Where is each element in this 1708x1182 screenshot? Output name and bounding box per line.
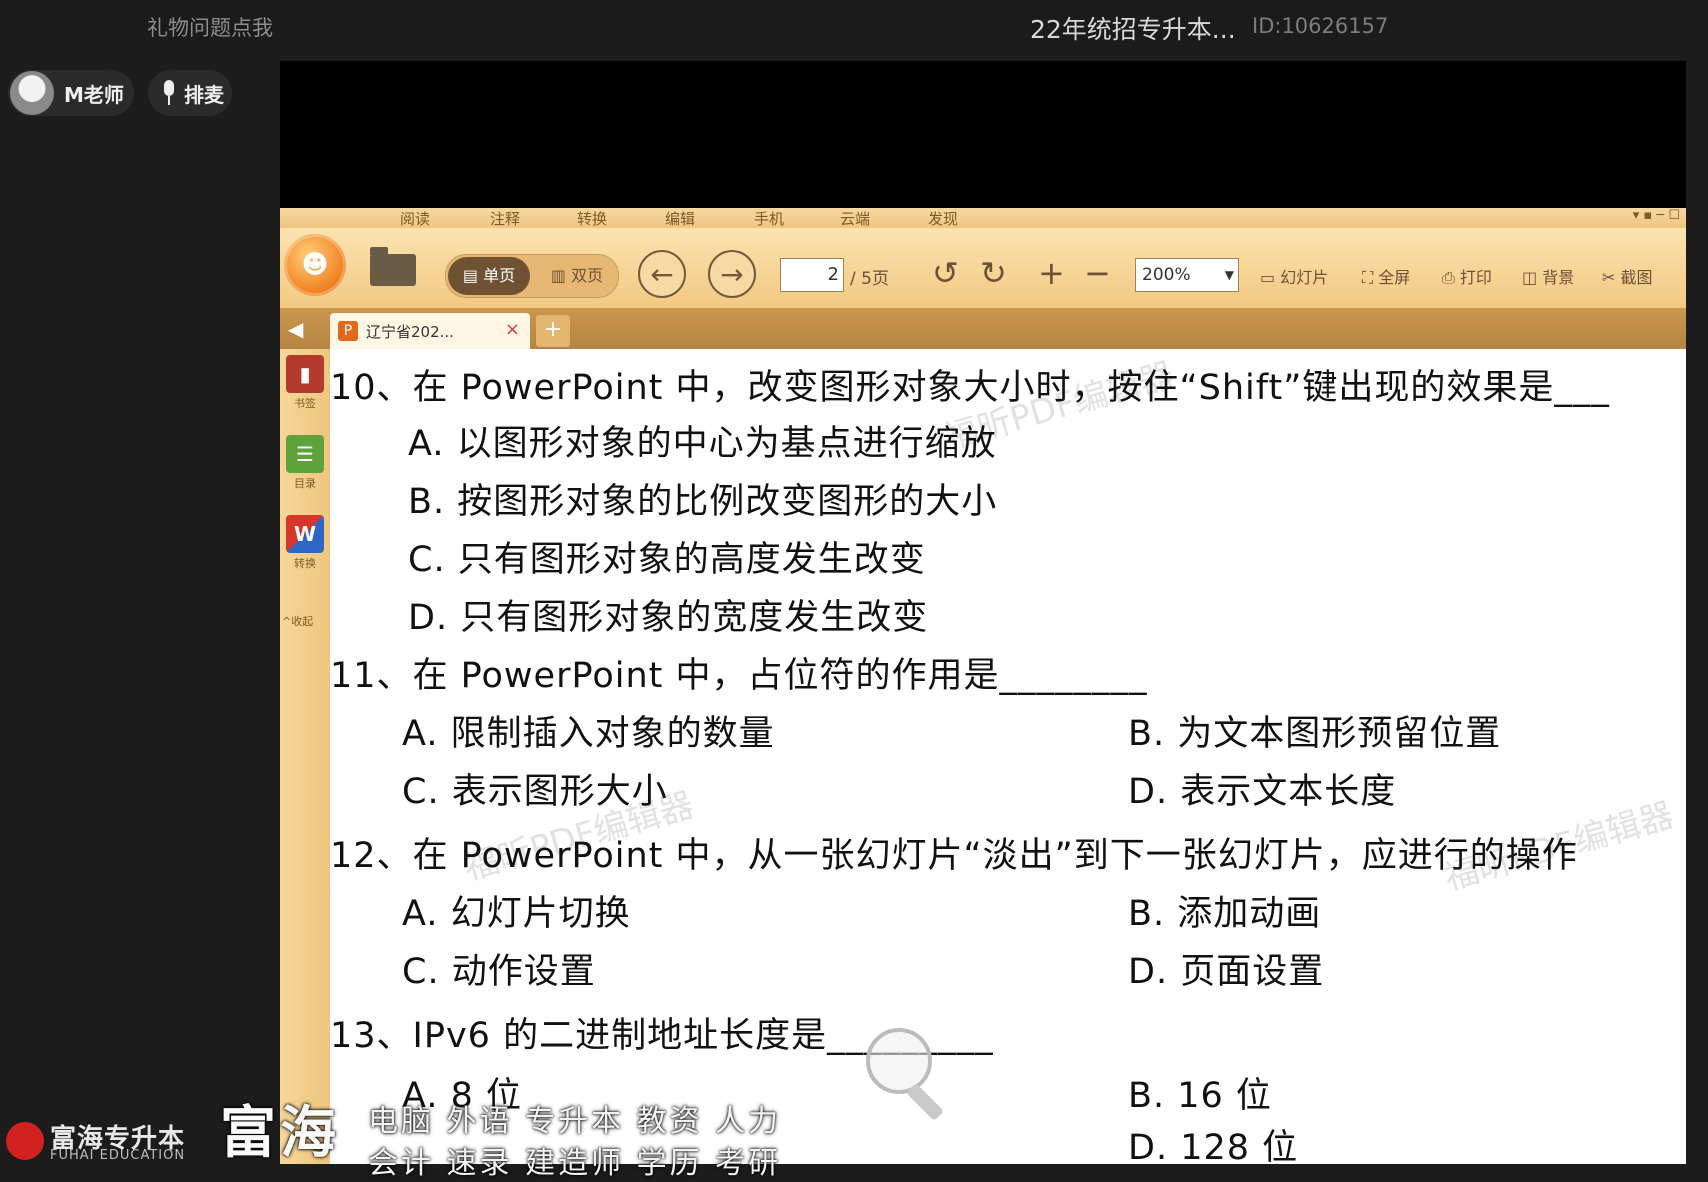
background-button[interactable]: ◫ 背景: [1522, 264, 1574, 288]
single-page-button[interactable]: ▤ 单页: [448, 257, 530, 295]
tab-document[interactable]: P 辽宁省202... ×: [330, 313, 530, 349]
pdf-file-icon: P: [338, 321, 358, 341]
menu-discover[interactable]: 发现: [928, 208, 958, 229]
room-title: 22年统招专升本...: [1030, 15, 1236, 44]
app-logo[interactable]: ☻: [284, 234, 346, 296]
toolbar: ☻ ▤ 单页 ▥ 双页 ← → 2 / 5页 ↺ ↻ + − 200% ▼ ▭ 幻…: [280, 228, 1686, 309]
prev-page-button[interactable]: ←: [638, 250, 686, 298]
top-bar: 礼物问题点我 22年统招专升本... ID:10626157: [0, 0, 1708, 52]
reader-sidebar: ▮ 书签 ☰ 目录 W 转换 ^收起: [280, 349, 330, 1164]
zoom-select[interactable]: 200% ▼: [1135, 258, 1239, 292]
host-name: M老师: [64, 82, 124, 107]
option: D. 128 位: [1128, 1128, 1299, 1164]
open-folder-icon[interactable]: [370, 247, 416, 286]
new-tab-button[interactable]: +: [536, 315, 570, 347]
menu-convert[interactable]: 转换: [577, 208, 607, 229]
zoom-in-icon[interactable]: +: [1038, 256, 1065, 290]
rotate-right-icon[interactable]: ↻: [980, 256, 1007, 290]
sidebar-item-toc[interactable]: ☰ 目录: [285, 435, 325, 491]
fullscreen-button[interactable]: ⛶ 全屏: [1362, 264, 1410, 288]
menu-read[interactable]: 阅读: [400, 208, 430, 229]
menu-mobile[interactable]: 手机: [754, 208, 784, 229]
view-mode-group: ▤ 单页 ▥ 双页: [445, 254, 619, 298]
rotate-left-icon[interactable]: ↺: [932, 256, 959, 290]
print-icon: ⎙: [1442, 268, 1460, 287]
zoom-out-icon[interactable]: −: [1084, 256, 1111, 290]
sidebar-item-convert[interactable]: W 转换: [285, 515, 325, 571]
arrow-left-icon: ←: [650, 258, 674, 291]
option: A. 以图形对象的中心为基点进行缩放: [408, 424, 997, 464]
option: C. 动作设置: [402, 952, 596, 992]
toc-icon: ☰: [286, 435, 324, 473]
option: D. 页面设置: [1128, 952, 1325, 992]
menu-cloud[interactable]: 云端: [840, 208, 870, 229]
option: A. 幻灯片切换: [402, 894, 631, 934]
queue-label: 排麦: [184, 82, 224, 107]
pdf-reader-window: 阅读 注释 转换 编辑 手机 云端 发现 ▾ ▪ ─ ☐ ☻ ▤ 单页 ▥ 双页…: [280, 208, 1686, 1164]
next-page-button[interactable]: →: [708, 250, 756, 298]
option: B. 16 位: [1128, 1076, 1272, 1116]
magnifier-icon: [866, 1028, 950, 1122]
screenshot-button[interactable]: ✂ 截图: [1602, 264, 1653, 288]
menu-annotate[interactable]: 注释: [490, 208, 520, 229]
option: C. 只有图形对象的高度发生改变: [408, 540, 926, 580]
room-id: ID:10626157: [1252, 14, 1389, 38]
option: B. 添加动画: [1128, 894, 1322, 934]
gift-link[interactable]: 礼物问题点我: [147, 12, 273, 42]
sidebar-collapse[interactable]: ^收起: [282, 613, 313, 629]
brand-tags-line1: 电脑 外语 专升本 教资 人力: [368, 1104, 782, 1139]
option: D. 只有图形对象的宽度发生改变: [408, 598, 929, 638]
slideshow-button[interactable]: ▭ 幻灯片: [1260, 264, 1328, 288]
host-chip[interactable]: M老师: [8, 70, 134, 116]
chevron-down-icon: ▼: [1224, 268, 1234, 282]
bookmark-icon: ▮: [286, 355, 324, 393]
double-page-icon: ▥: [550, 266, 572, 285]
tab-label: 辽宁省202...: [366, 322, 454, 341]
pdf-page: 福昕PDF编辑器 福昕PDF编辑器 福昕PDF编辑器 10、在 PowerPoi…: [330, 349, 1686, 1164]
option: B. 按图形对象的比例改变图形的大小: [408, 482, 998, 522]
question-10: 10、在 PowerPoint 中，改变图形对象大小时，按住“Shift”键出现…: [330, 368, 1610, 408]
print-button[interactable]: ⎙ 打印: [1442, 264, 1492, 288]
tab-bar: ◀ P 辽宁省202... × +: [280, 309, 1686, 349]
arrow-right-icon: →: [720, 258, 744, 291]
queue-mic-button[interactable]: 排麦: [148, 70, 232, 116]
page-number-input[interactable]: 2: [780, 258, 844, 292]
avatar: [10, 71, 54, 115]
question-12: 12、在 PowerPoint 中，从一张幻灯片“淡出”到下一张幻灯片，应进行的…: [330, 836, 1578, 876]
brand-tags-line2: 会计 速录 建造师 学历 考研: [368, 1146, 782, 1181]
brand-big-text: 富海: [220, 1101, 340, 1166]
option: A. 限制插入对象的数量: [402, 714, 775, 754]
option: B. 为文本图形预留位置: [1128, 714, 1502, 754]
window-controls[interactable]: ▾ ▪ ─ ☐: [1633, 208, 1680, 223]
menu-bar: 阅读 注释 转换 编辑 手机 云端 发现 ▾ ▪ ─ ☐: [280, 208, 1686, 228]
page-total: / 5页: [850, 269, 889, 289]
scissors-icon: ✂: [1602, 268, 1621, 287]
sidebar-item-bookmarks[interactable]: ▮ 书签: [285, 355, 325, 411]
video-stage-top: [280, 61, 1686, 208]
convert-icon: W: [286, 515, 324, 553]
brand-name-en: FUHAI EDUCATION: [50, 1148, 186, 1163]
question-11: 11、在 PowerPoint 中，占位符的作用是________: [330, 656, 1148, 696]
single-page-icon: ▤: [462, 266, 484, 285]
option: C. 表示图形大小: [402, 772, 668, 812]
brand-logo: [6, 1122, 44, 1160]
close-icon[interactable]: ×: [505, 319, 520, 340]
collapse-panel-icon[interactable]: ◀: [288, 317, 303, 341]
option: D. 表示文本长度: [1128, 772, 1397, 812]
menu-edit[interactable]: 编辑: [665, 208, 695, 229]
double-page-button[interactable]: ▥ 双页: [538, 257, 616, 295]
slideshow-icon: ▭: [1260, 268, 1281, 287]
microphone-icon: [162, 80, 176, 106]
background-icon: ◫: [1522, 268, 1543, 287]
fullscreen-icon: ⛶: [1362, 268, 1379, 287]
